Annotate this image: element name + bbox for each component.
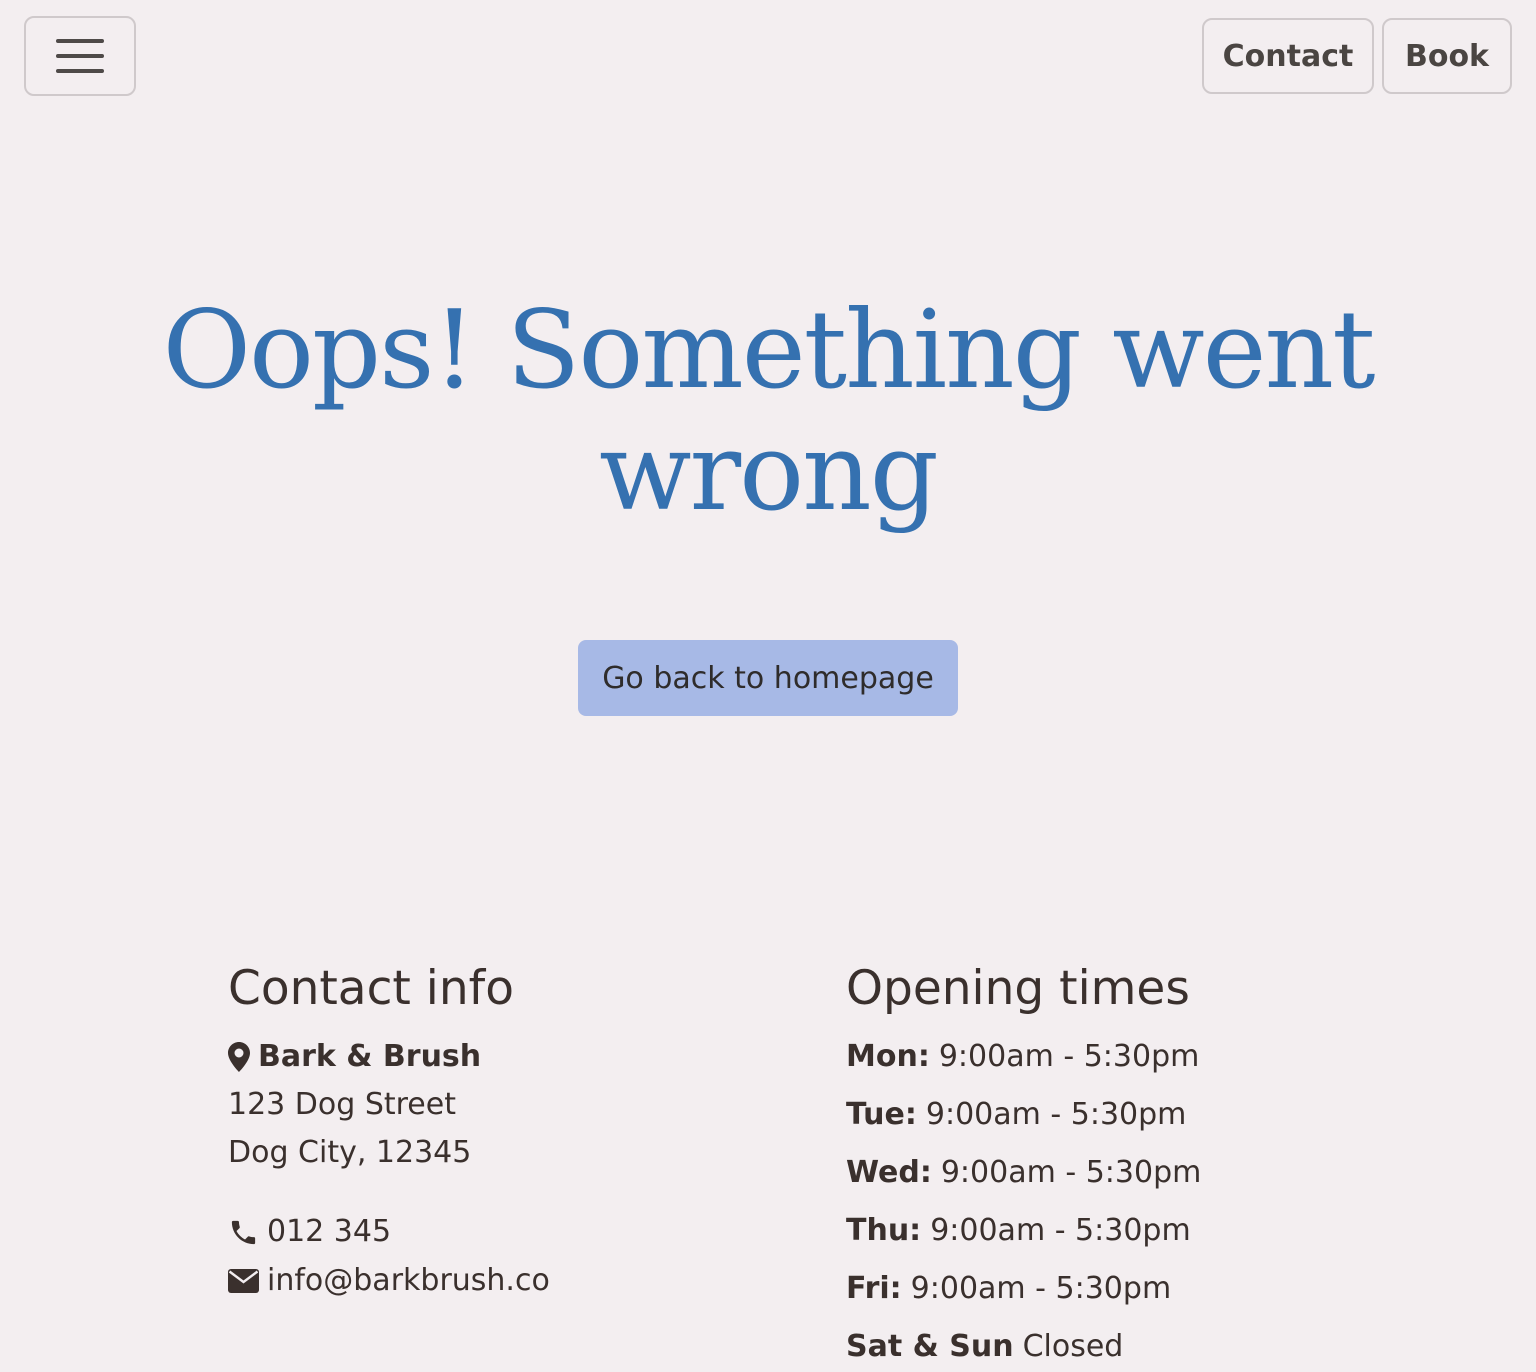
day-label: Tue:	[846, 1097, 917, 1132]
address-line-1: 123 Dog Street	[228, 1087, 456, 1122]
day-label: Mon:	[846, 1039, 930, 1074]
address-line-2: Dog City, 12345	[228, 1135, 472, 1170]
menu-icon	[56, 39, 104, 73]
time-range: 9:00am - 5:30pm	[910, 1271, 1172, 1306]
time-range: 9:00am - 5:30pm	[938, 1039, 1200, 1074]
opening-times-title: Opening times	[846, 961, 1190, 1016]
email-row: info@barkbrush.co	[228, 1261, 550, 1301]
hours-row: Tue: 9:00am - 5:30pm	[846, 1095, 1186, 1135]
time-range: 9:00am - 5:30pm	[925, 1097, 1187, 1132]
hours-row: Sat & Sun Closed	[846, 1327, 1123, 1367]
business-name: Bark & Brush	[258, 1039, 482, 1074]
contact-button[interactable]: Contact	[1202, 18, 1374, 94]
map-pin-icon	[228, 1042, 250, 1072]
hours-row: Thu: 9:00am - 5:30pm	[846, 1211, 1191, 1251]
business-name-row: Bark & Brush	[228, 1037, 481, 1077]
time-range: 9:00am - 5:30pm	[940, 1155, 1202, 1190]
hours-row: Mon: 9:00am - 5:30pm	[846, 1037, 1199, 1077]
day-label: Thu:	[846, 1213, 922, 1248]
time-range: 9:00am - 5:30pm	[930, 1213, 1191, 1248]
day-label: Sat & Sun	[846, 1329, 1014, 1364]
email-address[interactable]: info@barkbrush.co	[267, 1261, 550, 1301]
menu-button[interactable]	[24, 16, 136, 96]
time-range: Closed	[1022, 1329, 1124, 1364]
hours-row: Wed: 9:00am - 5:30pm	[846, 1153, 1201, 1193]
error-heading: Oops! Something went wrong	[162, 288, 1375, 535]
hours-row: Fri: 9:00am - 5:30pm	[846, 1269, 1171, 1309]
go-home-button[interactable]: Go back to homepage	[578, 640, 958, 716]
contact-info-title: Contact info	[228, 961, 514, 1016]
phone-number[interactable]: 012 345	[267, 1212, 391, 1252]
day-label: Wed:	[846, 1155, 932, 1190]
phone-row: 012 345	[228, 1212, 391, 1252]
book-button[interactable]: Book	[1382, 18, 1512, 94]
envelope-icon	[228, 1269, 259, 1293]
phone-icon	[228, 1217, 259, 1248]
day-label: Fri:	[846, 1271, 902, 1306]
